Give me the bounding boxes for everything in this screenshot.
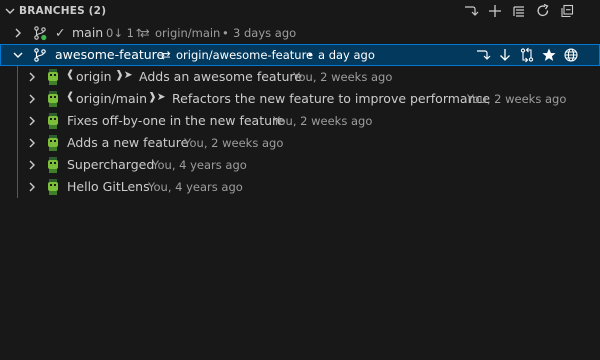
chevron-right-icon[interactable] xyxy=(24,91,40,107)
chevron-right-icon[interactable] xyxy=(10,25,26,41)
ahead-status-dot xyxy=(41,34,47,41)
avatar-icon xyxy=(48,91,58,107)
commit-row[interactable]: ❰ origin ❱➤ Adds an awesome feature You,… xyxy=(0,66,600,88)
chevron-right-icon[interactable] xyxy=(24,179,40,195)
section-title: BRANCHES (2) xyxy=(19,5,107,17)
chevron-right-icon[interactable] xyxy=(24,69,40,85)
commit-message: Refactors the new feature to improve per… xyxy=(172,91,491,106)
commit-message: Hello GitLens xyxy=(67,179,150,194)
commit-row[interactable]: Supercharged You, 4 years ago xyxy=(0,154,600,176)
ref-open-icon: ❰ xyxy=(66,91,75,102)
switch-icon[interactable] xyxy=(462,2,480,20)
commit-message: Adds an awesome feature xyxy=(139,69,302,84)
branch-date: 3 days ago xyxy=(233,26,297,40)
fetch-icon[interactable] xyxy=(496,46,514,64)
chevron-right-icon[interactable] xyxy=(24,113,40,129)
commit-row[interactable]: Adds a new feature You, 2 weeks ago xyxy=(0,132,600,154)
commit-message: Adds a new feature xyxy=(67,135,189,150)
chevron-down-icon[interactable] xyxy=(2,3,18,19)
ref-pointer-icon: ❱➤ xyxy=(148,91,166,103)
commit-row[interactable]: Hello GitLens You, 4 years ago xyxy=(0,176,600,198)
avatar-icon xyxy=(48,113,58,129)
commit-row[interactable]: Fixes off-by-one in the new feature You,… xyxy=(0,110,600,132)
upstream-sync-icon: ⇄ xyxy=(161,48,171,62)
compare-icon[interactable] xyxy=(518,46,536,64)
separator: • xyxy=(307,48,314,62)
branch-row-main[interactable]: ✓ main 0↓ 1↑ ⇄ origin/main • 3 days ago xyxy=(0,22,600,44)
upstream-sync-icon: ⇄ xyxy=(140,26,150,40)
star-icon[interactable] xyxy=(540,46,558,64)
ref-pointer-icon: ❱➤ xyxy=(115,69,133,81)
commit-meta: You, 4 years ago xyxy=(148,180,243,194)
branches-section-header[interactable]: BRANCHES (2) xyxy=(0,0,600,22)
chevron-down-icon[interactable] xyxy=(10,47,26,63)
branch-date: a day ago xyxy=(318,48,375,62)
commit-meta: You, 2 weeks ago xyxy=(273,114,373,128)
commit-refs: origin/main xyxy=(76,91,148,106)
branch-name: main xyxy=(72,25,104,40)
commit-refs: origin xyxy=(76,69,112,84)
avatar-icon xyxy=(48,157,58,173)
branch-icon xyxy=(34,26,47,41)
collapse-all-icon[interactable] xyxy=(558,2,576,20)
upstream-branch: origin/main xyxy=(155,26,221,40)
avatar-icon xyxy=(48,179,58,195)
chevron-right-icon[interactable] xyxy=(24,135,40,151)
switch-icon[interactable] xyxy=(474,46,492,64)
globe-icon[interactable] xyxy=(562,46,580,64)
add-icon[interactable] xyxy=(486,2,504,20)
commit-message: Supercharged xyxy=(67,157,155,172)
branch-name: awesome-feature xyxy=(55,47,165,62)
separator: • xyxy=(222,26,229,40)
ref-open-icon: ❰ xyxy=(66,69,75,80)
commit-row[interactable]: ❰ origin/main ❱➤ Refactors the new featu… xyxy=(0,88,600,110)
chevron-right-icon[interactable] xyxy=(24,157,40,173)
ahead-behind-status: 0↓ 1↑ xyxy=(106,26,144,40)
refresh-icon[interactable] xyxy=(534,2,552,20)
checked-out-icon: ✓ xyxy=(55,25,66,40)
branch-icon xyxy=(34,48,46,62)
avatar-icon xyxy=(48,135,58,151)
commit-message: Fixes off-by-one in the new feature xyxy=(67,113,285,128)
upstream-branch: origin/awesome-feature xyxy=(176,48,314,62)
avatar-icon xyxy=(48,69,58,85)
list-view-icon[interactable] xyxy=(510,2,528,20)
commit-meta: You, 2 weeks ago xyxy=(467,92,567,106)
commit-meta: You, 4 years ago xyxy=(152,158,247,172)
commit-meta: You, 2 weeks ago xyxy=(293,70,393,84)
commit-meta: You, 2 weeks ago xyxy=(184,136,284,150)
branch-row-awesome-feature[interactable]: awesome-feature ⇄ origin/awesome-feature… xyxy=(0,44,600,66)
